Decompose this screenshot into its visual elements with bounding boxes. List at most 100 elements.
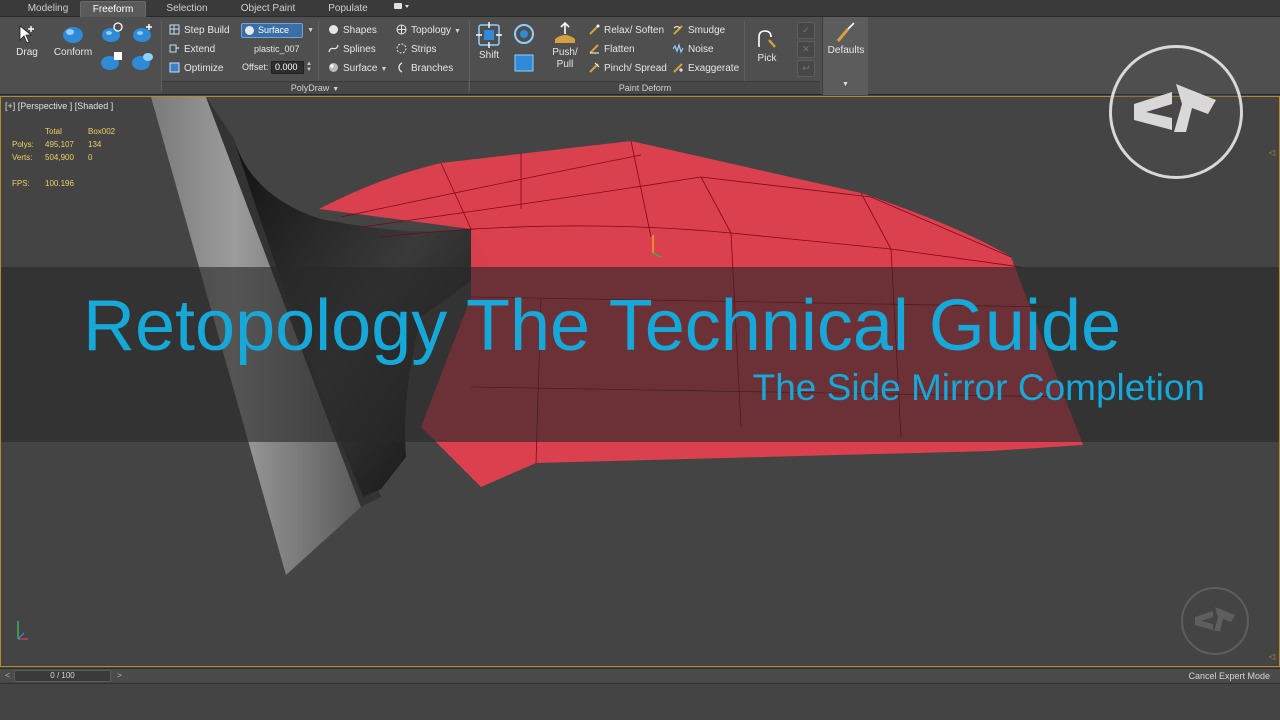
stats-header-total: Total	[45, 127, 62, 136]
relax-soften-button[interactable]: Relax/ Soften	[589, 24, 664, 36]
smudge-brush-icon	[673, 25, 683, 35]
push-pull-brush-icon	[555, 21, 575, 43]
tab-freeform[interactable]: Freeform	[80, 1, 146, 17]
conform-tool-1[interactable]	[100, 22, 124, 47]
topology-label: Topology	[411, 25, 452, 36]
video-title: Retopology The Technical Guide	[83, 286, 1122, 366]
surface-button[interactable]: Surface ▼	[328, 62, 387, 74]
tab-populate[interactable]: Populate	[314, 1, 382, 17]
viewport-edge-marker: ◁	[1269, 652, 1276, 661]
pinch-spread-label: Pinch/ Spread	[604, 63, 667, 74]
splines-button[interactable]: Splines	[328, 43, 376, 55]
status-bar	[0, 683, 1280, 720]
ribbon-tab-bar: Modeling Freeform Selection Object Paint…	[0, 0, 1280, 17]
video-subtitle: The Side Mirror Completion	[752, 367, 1205, 408]
branches-icon	[398, 62, 403, 73]
surface-object-icon	[245, 26, 254, 35]
shapes-button[interactable]: Shapes	[328, 24, 377, 36]
offset-input[interactable]: 0.000	[271, 61, 304, 74]
topology-button[interactable]: Topology ▼	[396, 24, 461, 36]
paint-deform-group-label: Paint Deform	[470, 81, 820, 94]
offset-spinner[interactable]: ▲ ▼	[305, 61, 313, 74]
relax-brush-icon	[589, 24, 600, 35]
accept-button[interactable]: ✓	[797, 22, 815, 39]
conform-tool-2[interactable]	[131, 22, 155, 47]
noise-button[interactable]: Noise	[673, 43, 714, 55]
close-icon: ✕	[802, 44, 810, 54]
optimize-label: Optimize	[184, 63, 224, 74]
chevron-down-icon: ▼	[380, 66, 388, 73]
time-next-button[interactable]: >	[114, 670, 125, 681]
topology-icon	[396, 24, 407, 35]
strips-button[interactable]: Strips	[396, 43, 437, 55]
chevron-down-icon: ▼	[307, 27, 314, 34]
conform-tool-3[interactable]	[100, 50, 124, 75]
rotate-icon	[514, 24, 534, 44]
surface-object-name: plastic_007	[254, 44, 300, 54]
cancel-expert-mode-button[interactable]: Cancel Expert Mode	[1188, 670, 1270, 682]
perspective-viewport[interactable]: [+] [Perspective ] [Shaded ] Total Box00…	[0, 45, 1280, 667]
optimize-button[interactable]: Optimize	[169, 62, 223, 74]
tab-object-paint[interactable]: Object Paint	[228, 1, 308, 17]
defaults-panel: Defaults ▼	[822, 17, 868, 95]
defaults-button[interactable]: Defaults	[825, 21, 867, 56]
defaults-brush-icon	[836, 22, 855, 42]
viewport-label-menu[interactable]: [+] [Perspective ] [Shaded ]	[5, 101, 113, 111]
pinch-brush-icon	[589, 62, 600, 73]
time-slider[interactable]: 0 / 100	[14, 670, 111, 682]
exaggerate-button[interactable]: Exaggerate	[673, 62, 739, 74]
conform-add-icon	[133, 24, 152, 42]
stats-polys-total: 495,107	[45, 140, 74, 149]
tab-modeling[interactable]: Modeling	[16, 1, 80, 17]
relax-soften-label: Relax/ Soften	[604, 25, 665, 36]
scale-icon	[514, 54, 534, 72]
3d-watermark-icon	[1195, 607, 1235, 631]
stats-fps-value: 100.196	[45, 179, 74, 188]
shift-button[interactable]: Shift	[474, 22, 504, 61]
extend-label: Extend	[184, 44, 216, 55]
drag-label: Drag	[16, 47, 38, 58]
branches-button[interactable]: Branches	[396, 62, 453, 74]
conform-brush-icon	[63, 27, 83, 43]
surface-label: Surface	[343, 63, 378, 74]
polydraw-group-label[interactable]: PolyDraw ▼	[162, 81, 468, 94]
splines-label: Splines	[343, 44, 376, 55]
polydraw-label: PolyDraw	[290, 83, 330, 93]
push-pull-button[interactable]: Push/ Pull	[547, 21, 583, 71]
conform-options-icon	[132, 53, 153, 70]
pick-label: Pick	[757, 53, 777, 64]
channel-logo	[1109, 45, 1243, 179]
scale-tool-button[interactable]	[512, 52, 536, 77]
time-prev-button[interactable]: <	[2, 670, 13, 681]
title-banner: Retopology The Technical Guide The Side …	[1, 267, 1279, 442]
flatten-label: Flatten	[604, 44, 635, 55]
axis-gizmo-icon	[17, 621, 28, 640]
tab-selection[interactable]: Selection	[152, 1, 222, 17]
pick-button[interactable]: Pick	[752, 27, 782, 64]
ribbon-options-dropdown[interactable]	[388, 1, 414, 17]
smudge-button[interactable]: Smudge	[673, 24, 725, 36]
ribbon-separator	[744, 21, 745, 81]
surface-dropdown[interactable]: Surface ▼	[241, 23, 314, 38]
surface-dropdown-label: Surface	[258, 25, 290, 35]
noise-label: Noise	[688, 44, 714, 55]
drag-cursor-icon	[19, 25, 34, 44]
extend-button[interactable]: Extend	[169, 43, 215, 55]
pinch-spread-button[interactable]: Pinch/ Spread	[589, 62, 667, 74]
flatten-button[interactable]: Flatten	[589, 43, 635, 55]
noise-icon	[673, 43, 684, 54]
stats-polys-object: 134	[88, 140, 102, 149]
drag-button[interactable]: Drag	[10, 23, 44, 58]
stats-verts-label: Verts:	[12, 153, 33, 162]
exaggerate-label: Exaggerate	[688, 63, 740, 74]
chevron-down-icon: ▼	[454, 28, 461, 35]
undo-button[interactable]: ↩	[797, 60, 815, 77]
chevron-down-icon[interactable]: ▼	[842, 81, 849, 88]
conform-move-icon	[102, 22, 123, 42]
conform-shell-icon	[101, 52, 122, 70]
conform-button[interactable]: Conform	[52, 23, 94, 58]
cancel-button[interactable]: ✕	[797, 41, 815, 58]
step-build-button[interactable]: Step Build	[169, 24, 230, 36]
conform-tool-4[interactable]	[131, 50, 155, 75]
rotate-tool-button[interactable]	[512, 23, 536, 48]
